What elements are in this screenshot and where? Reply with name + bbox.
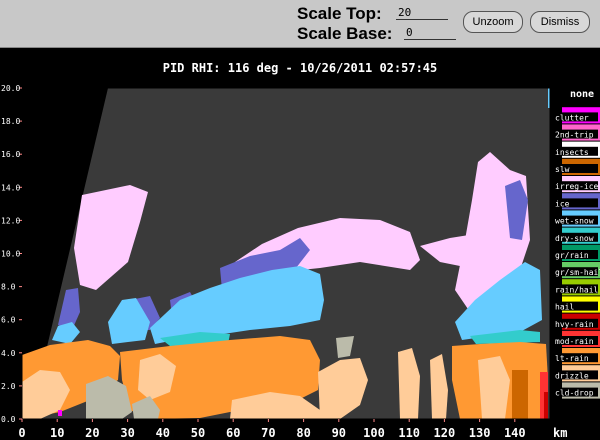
x-tick-label: 10: [50, 426, 64, 440]
hvy-rain-region: [544, 392, 548, 419]
x-tick-label: 40: [156, 426, 170, 440]
legend-label: cld-drop: [555, 389, 594, 398]
y-tick-label: 10.0: [1, 250, 20, 259]
legend-label: ice: [555, 199, 570, 208]
legend-label: slw: [555, 165, 570, 174]
x-tick-label: 110: [398, 426, 420, 440]
legend-label: clutter: [555, 113, 589, 122]
x-tick-label: 20: [85, 426, 99, 440]
legend-label: irreg-ice: [555, 182, 599, 191]
legend-label: wet-snow: [555, 217, 594, 226]
x-tick-label: 60: [226, 426, 240, 440]
legend-label: rain/hail: [555, 285, 599, 294]
x-tick-label: 120: [434, 426, 456, 440]
y-tick-label: 6.0: [1, 316, 16, 325]
legend-label: mod-rain: [555, 337, 594, 346]
y-tick-label: 20.0: [1, 84, 20, 93]
legend: none clutter 2nd-trip insects slw irreg-ice ic…: [554, 89, 600, 399]
x-tick-label: 70: [261, 426, 275, 440]
x-tick-label: 130: [469, 426, 491, 440]
y-tick-label: 12.0: [1, 216, 20, 225]
x-tick-label: 80: [296, 426, 310, 440]
legend-label: dry-snow: [555, 234, 594, 243]
y-tick-label: 8.0: [1, 283, 16, 292]
rhi-plot[interactable]: 20.0 18.0 16.0 14.0 12.0 10.0 8.0 6.0 4.0 2.0 0.00…: [0, 0, 600, 440]
legend-label: lt-rain: [555, 354, 589, 363]
legend-label: hail: [555, 303, 574, 312]
legend-label: 2nd-trip: [555, 131, 594, 140]
x-tick-label: 30: [120, 426, 134, 440]
y-tick-label: 14.0: [1, 183, 20, 192]
x-tick-label: 90: [332, 426, 346, 440]
y-tick-label: 18.0: [1, 117, 20, 126]
y-tick-label: 4.0: [1, 349, 16, 358]
legend-label: none: [570, 89, 594, 100]
y-tick-label: 2.0: [1, 382, 16, 391]
y-tick-label: 0.0: [1, 415, 16, 424]
legend-label: insects: [555, 148, 589, 157]
pid-field: [22, 88, 550, 419]
legend-label: gr/rain: [555, 251, 589, 260]
legend-label: drizzle: [555, 371, 589, 380]
slw-region: [512, 370, 528, 419]
clutter-speckle: [58, 410, 62, 416]
legend-label: gr/sm-hail: [555, 268, 600, 277]
x-tick-label: 0: [18, 426, 25, 440]
legend-label: hvy-rain: [555, 320, 594, 329]
x-tick-label: 50: [191, 426, 205, 440]
x-tick-label: 100: [363, 426, 385, 440]
x-tick-label: 140: [504, 426, 526, 440]
y-tick-label: 16.0: [1, 150, 20, 159]
x-unit-label: km: [553, 426, 567, 440]
